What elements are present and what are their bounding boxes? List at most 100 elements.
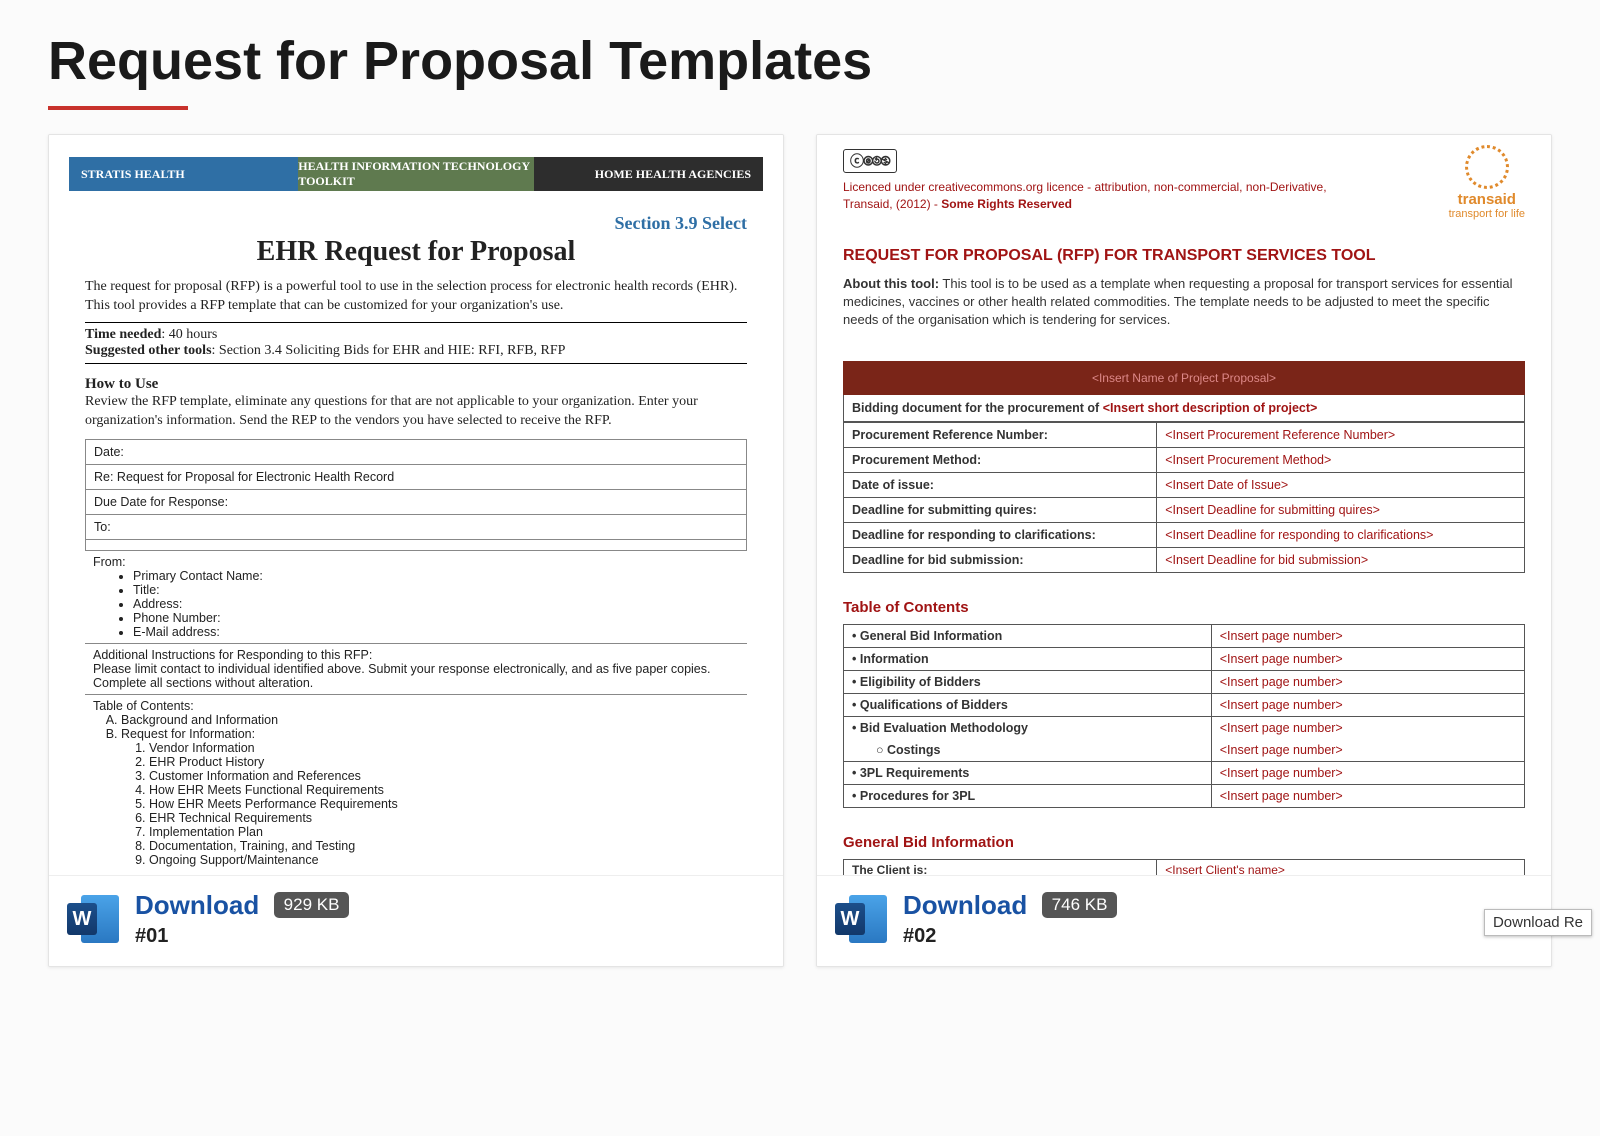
t1-banner-left: STRATIS HEALTH — [69, 157, 298, 191]
t1-field: To: — [86, 514, 747, 539]
template-number-02: #02 — [903, 925, 1117, 948]
download-link-02[interactable]: Download — [903, 890, 1027, 920]
transaid-logo-tag: transport for life — [1449, 208, 1525, 220]
t1-field: Date: — [86, 439, 747, 464]
t2-toc-heading: Table of Contents — [843, 599, 1525, 616]
t2-info-table: Procurement Reference Number:<Insert Pro… — [843, 422, 1525, 573]
download-link-01[interactable]: Download — [135, 890, 259, 920]
t1-toc-top: Background and Information — [121, 713, 739, 727]
template-card-02: ⓒ🄍🄎🄏 transaid transport for life Licence… — [816, 134, 1552, 967]
t2-redbar: <Insert Name of Project Proposal> — [843, 361, 1525, 395]
t2-title: REQUEST FOR PROPOSAL (RFP) FOR TRANSPORT… — [843, 247, 1525, 265]
t2-toc-page: <Insert page number> — [1211, 671, 1524, 694]
t1-from-item: Address: — [133, 597, 739, 611]
t2-toc-page: <Insert page number> — [1211, 762, 1524, 785]
t1-toc-item: How EHR Meets Functional Requirements — [149, 783, 739, 797]
t1-field: Re: Request for Proposal for Electronic … — [86, 464, 747, 489]
t1-field: Due Date for Response: — [86, 489, 747, 514]
t1-time-label: Time needed — [85, 327, 161, 342]
t1-toc-item: Customer Information and References — [149, 769, 739, 783]
word-doc-icon: W — [835, 893, 887, 945]
t1-banner: STRATIS HEALTH HEALTH INFORMATION TECHNO… — [69, 157, 763, 191]
t1-suggested-label: Suggested other tools — [85, 343, 212, 358]
licence-text: Licenced under creativecommons.org licen… — [843, 179, 1525, 213]
transaid-logo-icon — [1465, 145, 1509, 189]
t2-toc-page: <Insert page number> — [1211, 625, 1524, 648]
t1-toc-item: Implementation Plan — [149, 825, 739, 839]
t1-suggested-value: : Section 3.4 Soliciting Bids for EHR an… — [212, 343, 566, 358]
cc-badge-icon: ⓒ🄍🄎🄏 — [843, 149, 897, 173]
transaid-logo: transaid transport for life — [1449, 145, 1525, 220]
t2-info-value: <Insert Procurement Method> — [1157, 448, 1525, 473]
t1-toc-top: Request for Information: Vendor Informat… — [121, 727, 739, 867]
t1-banner-mid: HEALTH INFORMATION TECHNOLOGY TOOLKIT — [298, 157, 533, 191]
t2-info-label: Procurement Reference Number: — [844, 423, 1157, 448]
t2-info-label: Date of issue: — [844, 473, 1157, 498]
t1-from-item: Phone Number: — [133, 611, 739, 625]
template-preview-02: ⓒ🄍🄎🄏 transaid transport for life Licence… — [817, 135, 1551, 875]
t1-section: Section 3.9 Select — [85, 213, 747, 234]
t2-toc-item: 3PL Requirements — [860, 766, 970, 780]
t1-from: From: Primary Contact Name: Title: Addre… — [85, 551, 747, 643]
t2-info-value: <Insert Procurement Reference Number> — [1157, 423, 1525, 448]
t1-from-item: Primary Contact Name: — [133, 569, 739, 583]
hover-tooltip: Download Re — [1484, 909, 1592, 936]
t1-additional-h: Additional Instructions for Responding t… — [93, 648, 372, 662]
t1-intro: The request for proposal (RFP) is a powe… — [85, 278, 747, 323]
t2-toc-subitem: ○ Costings — [876, 743, 941, 757]
t2-info-label: Deadline for submitting quires: — [844, 498, 1157, 523]
t1-from-item: Title: — [133, 583, 739, 597]
t1-banner-right: HOME HEALTH AGENCIES — [534, 157, 763, 191]
t2-info-label: Deadline for bid submission: — [844, 548, 1157, 573]
t1-toc-item: How EHR Meets Performance Requirements — [149, 797, 739, 811]
t2-gbi-heading: General Bid Information — [843, 834, 1525, 851]
t2-gbi-table: The Client is:<Insert Client's name> Com… — [843, 859, 1525, 875]
t2-gbi-value: <Insert Client's name> — [1157, 860, 1525, 875]
t1-toc-item: Documentation, Training, and Testing — [149, 839, 739, 853]
t2-gbi-label: The Client is: — [844, 860, 1157, 875]
download-bar-01: W Download 929 KB #01 — [49, 875, 783, 966]
t2-toc-item: Information — [860, 652, 929, 666]
t2-info-label: Procurement Method: — [844, 448, 1157, 473]
t2-toc-item: Eligibility of Bidders — [860, 675, 981, 689]
t1-howto-heading: How to Use — [85, 376, 747, 393]
t2-info-value: <Insert Date of Issue> — [1157, 473, 1525, 498]
file-size-01: 929 KB — [274, 892, 350, 918]
t1-from-label: From: — [93, 555, 126, 569]
t2-info-value: <Insert Deadline for submitting quires> — [1157, 498, 1525, 523]
t2-toc-item: General Bid Information — [860, 629, 1002, 643]
title-underline — [48, 106, 188, 110]
t1-field — [86, 539, 747, 550]
template-number-01: #01 — [135, 925, 349, 948]
t1-howto-body: Review the RFP template, eliminate any q… — [85, 393, 747, 431]
t1-heading: EHR Request for Proposal — [85, 236, 747, 268]
t2-bidline: Bidding document for the procurement of … — [843, 395, 1525, 422]
t1-toc-item: Vendor Information — [149, 741, 739, 755]
t2-toc-item: Qualifications of Bidders — [860, 698, 1008, 712]
t2-toc-page: <Insert page number> — [1211, 739, 1524, 762]
t1-toc-item: Ongoing Support/Maintenance — [149, 853, 739, 867]
file-size-02: 746 KB — [1042, 892, 1118, 918]
t2-info-label: Deadline for responding to clarification… — [844, 523, 1157, 548]
t1-toc-item: EHR Product History — [149, 755, 739, 769]
t1-field-table: Date: Re: Request for Proposal for Elect… — [85, 439, 747, 551]
transaid-logo-name: transaid — [1449, 191, 1525, 208]
t2-toc-item: Bid Evaluation Methodology — [860, 721, 1028, 735]
page-title: Request for Proposal Templates — [48, 30, 1552, 92]
t2-about: About this tool: This tool is to be used… — [843, 275, 1525, 330]
t2-toc-item: Procedures for 3PL — [860, 789, 975, 803]
t1-additional-body: Please limit contact to individual ident… — [93, 662, 710, 690]
t2-toc-table: General Bid Information <Insert page numb… — [843, 624, 1525, 808]
word-doc-icon: W — [67, 893, 119, 945]
t2-toc-page: <Insert page number> — [1211, 648, 1524, 671]
template-preview-01: STRATIS HEALTH HEALTH INFORMATION TECHNO… — [49, 135, 783, 875]
t1-additional: Additional Instructions for Responding t… — [85, 643, 747, 694]
t2-toc-page: <Insert page number> — [1211, 785, 1524, 808]
t2-info-value: <Insert Deadline for bid submission> — [1157, 548, 1525, 573]
t2-toc-page: <Insert page number> — [1211, 694, 1524, 717]
t1-time-value: : 40 hours — [161, 327, 217, 342]
template-card-01: STRATIS HEALTH HEALTH INFORMATION TECHNO… — [48, 134, 784, 967]
t1-from-item: E-Mail address: — [133, 625, 739, 639]
t1-meta: Time needed: 40 hours Suggested other to… — [85, 323, 747, 364]
t2-toc-page: <Insert page number> — [1211, 717, 1524, 740]
